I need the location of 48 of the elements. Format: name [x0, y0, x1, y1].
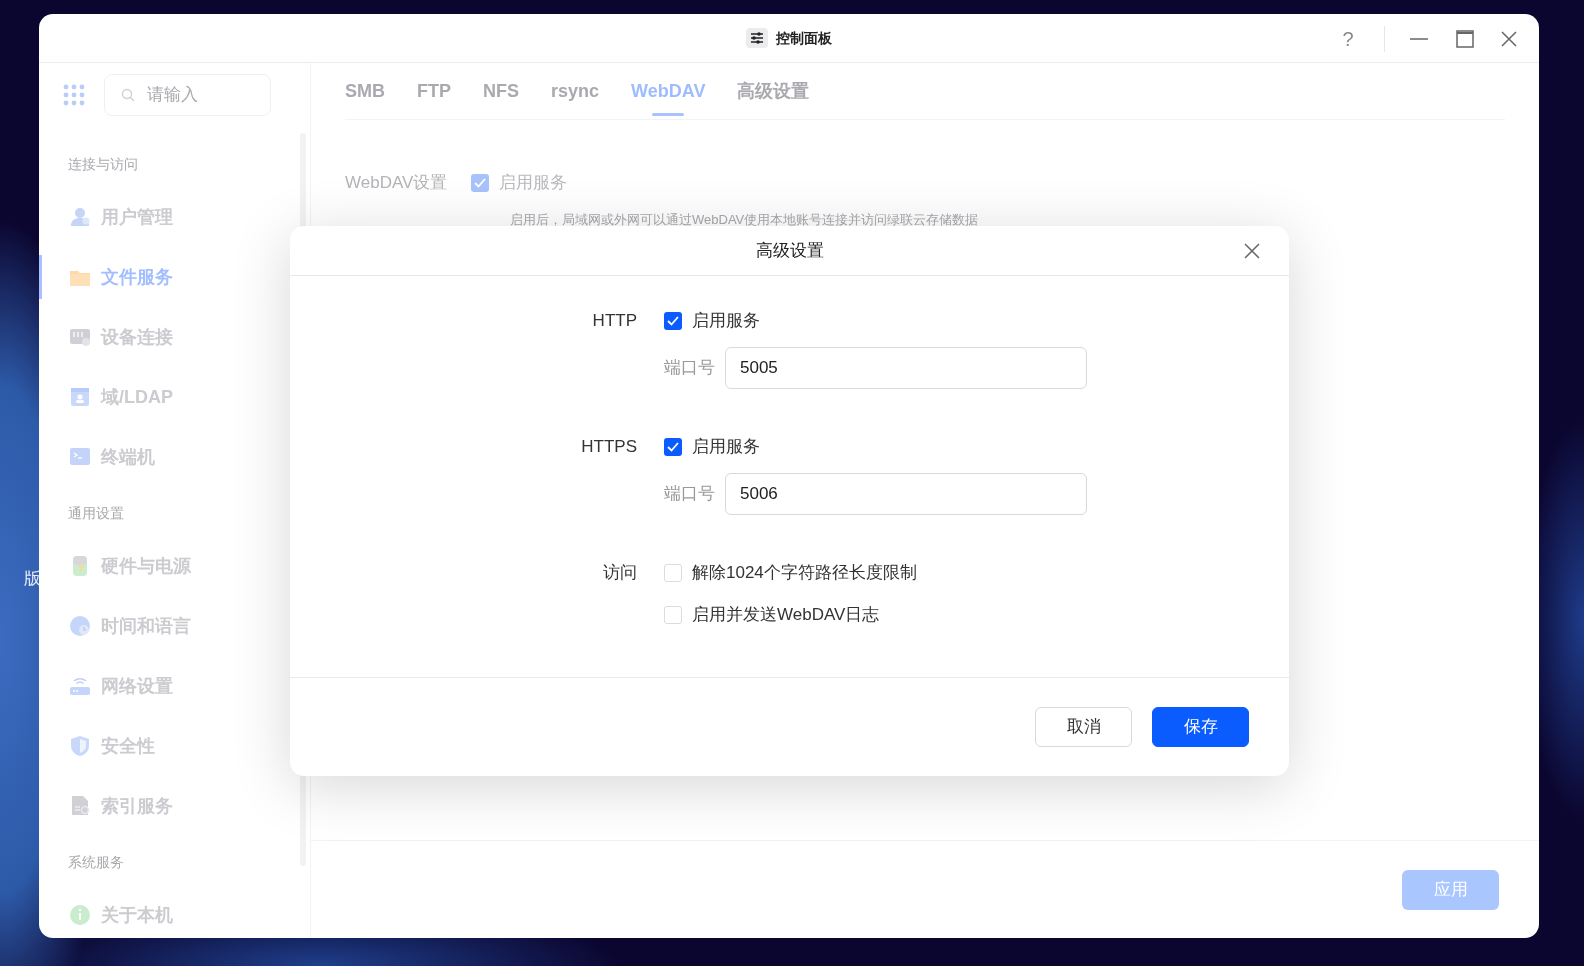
option-checkbox[interactable]: 解除1024个字符路径长度限制 — [664, 561, 1289, 585]
option-checkbox[interactable]: 启用服务 — [664, 309, 1289, 333]
router-icon — [69, 675, 91, 697]
section-header: 通用设置 — [68, 504, 125, 523]
tab[interactable]: rsync — [535, 63, 616, 119]
desktop-label: 版 — [24, 568, 41, 590]
sliders-icon — [746, 28, 768, 48]
close-icon[interactable] — [1501, 30, 1517, 47]
section-label: 访问 — [602, 562, 637, 584]
maximize-icon[interactable] — [1453, 28, 1477, 49]
tab[interactable]: WebDAV — [615, 63, 722, 119]
terminal-icon — [69, 446, 91, 468]
hint-text: 启用后，局域网或外网可以通过WebDAV使用本地账号连接并访问绿联云存储数据 — [510, 210, 980, 229]
info-icon — [69, 904, 91, 926]
cancel-button[interactable]: 取消 — [1035, 707, 1132, 747]
check-icon — [667, 442, 679, 452]
option-checkbox[interactable]: 启用并发送WebDAV日志 — [664, 603, 1289, 627]
person-icon — [69, 206, 91, 228]
save-button[interactable]: 保存 — [1152, 707, 1249, 747]
dialog-title: 高级设置 — [755, 239, 824, 262]
tab[interactable]: SMB — [345, 63, 401, 119]
enable-checkbox[interactable]: 启用服务 — [471, 170, 568, 196]
option-checkbox[interactable]: 启用服务 — [664, 435, 1289, 459]
section-header: 系统服务 — [68, 853, 125, 872]
port-label: 端口号 — [664, 357, 715, 380]
tab[interactable]: FTP — [401, 63, 467, 119]
close-button[interactable] — [1243, 242, 1261, 260]
search-icon — [121, 88, 135, 102]
tab[interactable]: NFS — [467, 63, 535, 119]
check-icon — [667, 316, 679, 326]
window-title: 控制面板 — [776, 28, 832, 48]
tab[interactable]: 高级设置 — [721, 63, 826, 119]
shield-icon — [69, 735, 91, 757]
help-button[interactable]: ? — [1336, 23, 1360, 54]
close-icon — [1243, 242, 1261, 260]
search-field[interactable]: 请输入 — [104, 74, 271, 116]
section-label: HTTPS — [580, 436, 637, 458]
contact-card-icon — [69, 386, 91, 408]
server-icon — [69, 326, 91, 348]
section-label: HTTP — [591, 310, 637, 332]
section-header: 连接与访问 — [68, 155, 139, 174]
port-label: 端口号 — [664, 483, 715, 506]
check-icon — [474, 177, 487, 188]
globe-icon — [69, 615, 91, 637]
port-input[interactable]: 5006 — [725, 473, 1087, 515]
port-input[interactable]: 5005 — [725, 347, 1087, 389]
drive-search-icon — [69, 795, 91, 817]
field-label: WebDAV设置 — [345, 172, 448, 194]
